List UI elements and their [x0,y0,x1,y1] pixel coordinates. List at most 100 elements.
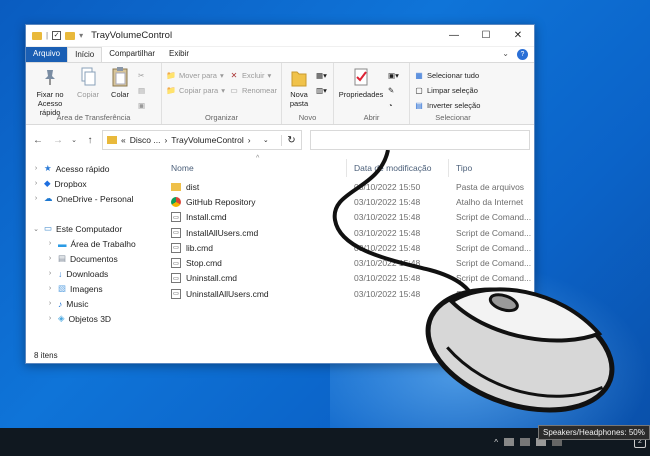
ribbon-expand-icon[interactable]: ⌄ [502,49,509,60]
expand-chevron-icon[interactable]: › [32,180,40,187]
nav-item[interactable]: › ★ Acesso rápido [26,161,156,176]
nav-item-label: Dropbox [54,178,87,189]
nav-item[interactable]: › ↓ Downloads [26,266,156,281]
customize-dropdown-icon[interactable]: ▾ [79,31,83,40]
breadcrumb-sep[interactable]: › [248,135,251,145]
open-group: Propriedades ▣▾ ✎ ◔ Abrir [334,63,410,124]
nav-item[interactable]: › ◆ Dropbox [26,176,156,191]
organize-group: 📁 Mover para ▾ 📁 Copiar para ▾ ✕ Excluir ▾ … [162,63,282,124]
expand-chevron-icon[interactable]: › [46,300,54,307]
rename-button[interactable]: ▭ Renomear [229,84,277,96]
breadcrumb-sep: › [164,135,168,145]
script-icon: ▭ [171,258,181,269]
file-name-cell: ▭ InstallAllUsers.cmd [171,227,258,238]
folder-icon[interactable] [32,31,42,40]
move-label: Mover para [179,70,217,80]
new-item-icon[interactable]: ▦▾ [316,69,327,81]
copy-to-button[interactable]: 📁 Copiar para ▾ [166,84,225,96]
address-bar[interactable]: « Disco ... › TrayVolumeControl › ⌄ ↻ [102,130,302,150]
cloud-icon: ☁ [44,193,53,203]
file-name-cell: dist [171,182,199,192]
move-to-button[interactable]: 📁 Mover para ▾ [166,69,225,81]
expand-chevron-icon[interactable]: › [46,315,54,322]
show-hidden-icons-icon[interactable]: ^ [494,438,498,447]
select-all-button[interactable]: ▦ Selecionar tudo [414,69,480,81]
forward-arrow-icon[interactable]: → [50,135,66,146]
script-icon: ▭ [171,273,181,284]
window-title: TrayVolumeControl [91,30,173,41]
new-folder-icon[interactable] [65,31,76,40]
open-icon[interactable]: ▣▾ [388,69,399,81]
file-name-cell: ▭ lib.cmd [171,242,213,253]
file-name-cell: ▭ Install.cmd [171,212,227,223]
nav-item[interactable]: › ▬ Área de Trabalho [26,236,156,251]
battery-icon[interactable] [520,438,530,446]
item-count: 8 itens [34,351,58,360]
breadcrumb-overflow[interactable]: « [121,135,126,145]
nav-item[interactable]: › ▤ Documentos [26,251,156,266]
paste-label: Colar [111,90,129,99]
expand-chevron-icon[interactable]: › [46,270,54,277]
navigation-pane: › ★ Acesso rápido › ◆ Dropbox › ☁ OneDrive - Per… [26,157,156,349]
tab-view[interactable]: Exibir [162,47,196,62]
nav-item-label: Acesso rápido [55,163,110,174]
mouse-illustration [332,150,615,413]
copy-label: Copiar [76,90,100,99]
properties-check-icon[interactable]: ✓ [52,31,62,40]
expand-chevron-icon[interactable]: › [46,285,54,292]
refresh-icon[interactable]: ↻ [281,134,301,146]
pictures-icon: ▧ [58,283,67,293]
cut-icon[interactable]: ✂ [138,69,145,81]
easy-access-icon[interactable]: ▥▾ [316,84,327,96]
help-icon[interactable]: ? [517,49,528,60]
new-group-label: Novo [298,113,317,122]
tab-share[interactable]: Compartilhar [102,47,162,62]
nav-item-label: Objetos 3D [68,313,112,324]
select-group: ▦ Selecionar tudo ▢ Limpar seleção ▤ Invert… [410,63,496,124]
nav-item[interactable]: › ☁ OneDrive - Personal [26,191,156,206]
nav-item[interactable]: ⌄ ▭ Este Computador [26,221,156,236]
invert-selection-icon: ▤ [415,100,423,110]
up-arrow-icon[interactable]: ↑ [82,135,98,146]
file-name-cell: GitHub Repository [171,196,255,207]
expand-chevron-icon[interactable]: › [32,165,40,172]
select-all-icon: ▦ [415,70,423,80]
3d-objects-icon: ◈ [58,313,65,323]
copy-path-icon[interactable]: ▤ [138,84,145,96]
recent-locations-icon[interactable]: ⌄ [70,136,78,144]
minimize-button[interactable]: — [438,25,470,47]
expand-chevron-icon[interactable]: › [46,240,54,247]
edit-icon[interactable]: ✎ [388,84,399,96]
nav-item[interactable]: › ♪ Music [26,296,156,311]
mouse-cable [332,150,477,301]
search-input[interactable] [310,130,530,150]
nav-item-label: Imagens [70,283,103,294]
expand-chevron-icon[interactable]: › [46,255,54,262]
maximize-button[interactable]: ☐ [470,25,502,47]
clear-selection-button[interactable]: ▢ Limpar seleção [414,84,480,96]
tab-file[interactable]: Arquivo [26,47,68,62]
nav-item-label: Este Computador [56,223,123,234]
column-name[interactable]: Nome [171,163,194,173]
expand-chevron-icon[interactable]: › [32,195,40,202]
breadcrumb-current[interactable]: TrayVolumeControl [171,135,243,145]
clipboard-group-label: Área de Transferência [56,113,131,122]
back-arrow-icon[interactable]: ← [30,135,46,146]
breadcrumb-disk[interactable]: Disco ... [130,135,161,145]
sort-arrow-icon: ^ [256,155,260,162]
clipboard-group: Fixar no Acesso rápido Copiar Colar ✂ ▤ … [26,63,162,124]
close-button[interactable]: ✕ [502,25,534,47]
invert-selection-button[interactable]: ▤ Inverter seleção [414,99,480,111]
nav-item-label: Área de Trabalho [70,238,136,249]
tab-home[interactable]: Início [67,47,103,62]
paste-shortcut-icon[interactable]: ▣ [138,99,145,111]
history-icon[interactable]: ◔ [388,99,399,111]
nav-item[interactable]: › ▧ Imagens [26,281,156,296]
delete-button[interactable]: ✕ Excluir ▾ [229,69,277,81]
network-icon[interactable] [504,438,514,446]
address-dropdown-icon[interactable]: ⌄ [260,136,272,144]
copy-to-icon: 📁 [166,85,176,95]
quick-access-toolbar: | ✓ ▾ [26,31,83,40]
nav-item[interactable]: › ◈ Objetos 3D [26,311,156,326]
expanded-chevron-icon[interactable]: ⌄ [32,225,40,233]
